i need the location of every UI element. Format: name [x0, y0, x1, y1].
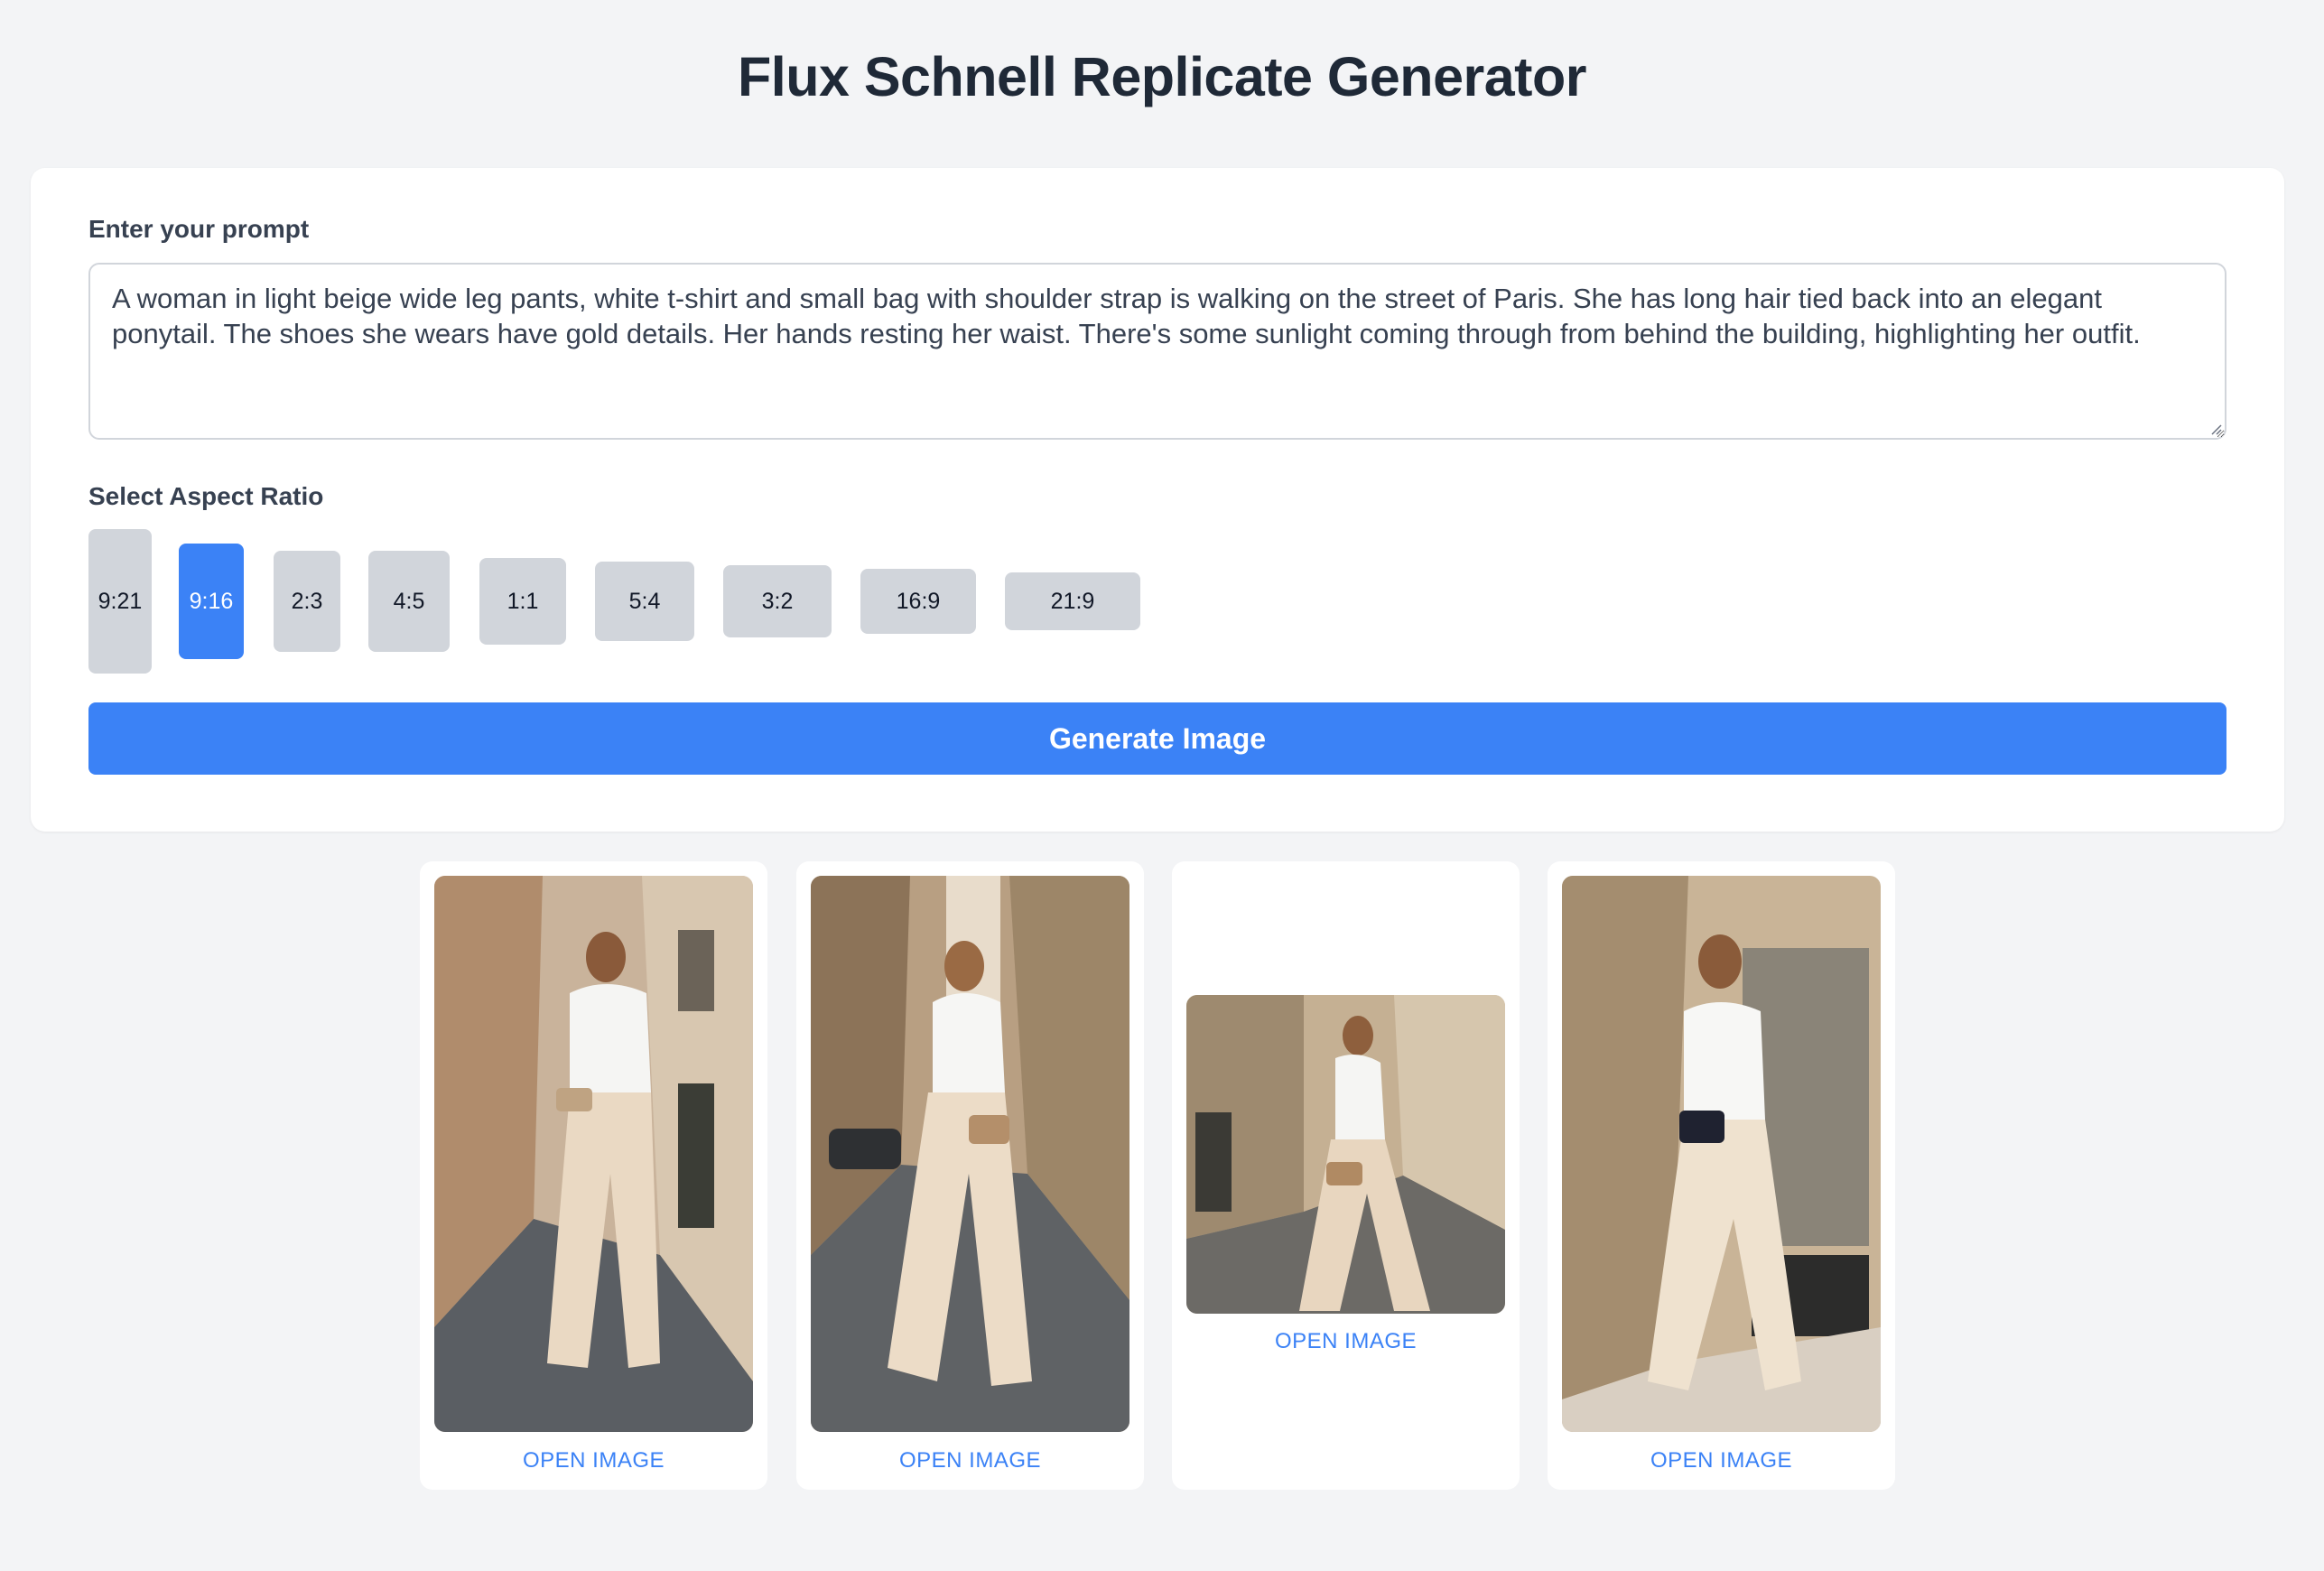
aspect-ratio-label: Select Aspect Ratio	[88, 482, 324, 510]
prompt-label: Enter your prompt	[88, 215, 310, 243]
aspect-ratio-5-4-button[interactable]: 5:4	[595, 562, 694, 641]
open-image-link[interactable]: OPEN IMAGE	[1172, 1329, 1520, 1354]
generated-image	[434, 876, 753, 1432]
aspect-ratio-21-9-button[interactable]: 21:9	[1005, 572, 1140, 630]
aspect-ratio-2-3-button[interactable]: 2:3	[274, 551, 340, 652]
aspect-ratio-9-16-button[interactable]: 9:16	[179, 544, 244, 659]
generated-image	[1186, 995, 1505, 1314]
generate-image-button[interactable]: Generate Image	[88, 702, 2226, 775]
aspect-ratio-1-1-button[interactable]: 1:1	[479, 558, 566, 645]
generated-image	[811, 876, 1129, 1432]
aspect-ratio-16-9-button[interactable]: 16:9	[860, 569, 976, 634]
open-image-link[interactable]: OPEN IMAGE	[420, 1448, 767, 1473]
aspect-ratio-9-21-button[interactable]: 9:21	[88, 529, 152, 674]
result-card: OPEN IMAGE	[1172, 861, 1520, 1490]
result-card: OPEN IMAGE	[796, 861, 1144, 1490]
open-image-link[interactable]: OPEN IMAGE	[796, 1448, 1144, 1473]
page-title: Flux Schnell Replicate Generator	[738, 46, 1586, 107]
result-card: OPEN IMAGE	[1548, 861, 1895, 1490]
aspect-ratio-3-2-button[interactable]: 3:2	[723, 565, 832, 637]
aspect-ratio-4-5-button[interactable]: 4:5	[368, 551, 450, 652]
result-card: OPEN IMAGE	[420, 861, 767, 1490]
prompt-input[interactable]: A woman in light beige wide leg pants, w…	[88, 263, 2226, 440]
generated-image	[1562, 876, 1881, 1432]
resize-handle-icon[interactable]	[2208, 422, 2223, 436]
open-image-link[interactable]: OPEN IMAGE	[1548, 1448, 1895, 1473]
generator-form-card: Enter your prompt A woman in light beige…	[31, 168, 2284, 832]
